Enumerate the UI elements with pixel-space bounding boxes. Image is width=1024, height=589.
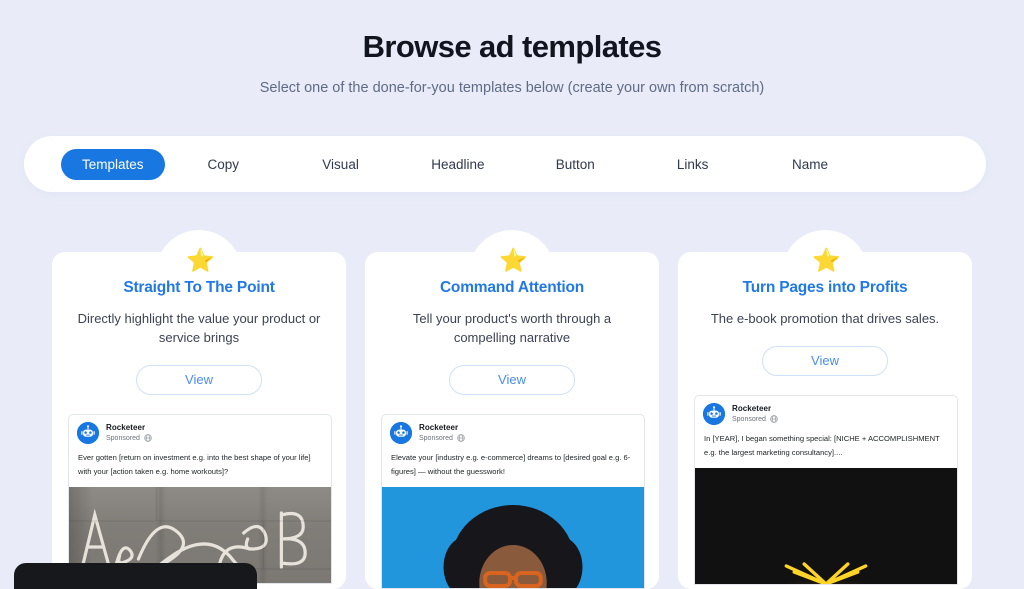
globe-icon [457, 434, 465, 443]
tab-templates[interactable]: Templates [61, 148, 165, 180]
ad-copy-text: Elevate your [industry e.g. e-commerce] … [391, 453, 631, 477]
ad-copy-text: In [YEAR], I began something special: [N… [704, 434, 940, 458]
template-cards-row: ⭐ Straight To The Point Directly highlig… [0, 230, 1024, 589]
robot-avatar-icon [390, 422, 412, 444]
page-header: Browse ad templates Select one of the do… [0, 0, 1024, 98]
ad-image-glowing-book [695, 468, 957, 585]
card-description: Tell your product's worth through a comp… [412, 311, 612, 345]
template-card[interactable]: ⭐ Command Attention Tell your product's … [365, 230, 659, 589]
page-subtitle: Select one of the done-for-you templates… [259, 80, 765, 96]
ad-preview-header: Rocketeer Sponsored [382, 415, 644, 446]
ad-sponsored-label: Sponsored [419, 434, 453, 442]
ad-sponsored-label: Sponsored [106, 434, 140, 442]
card-title: Command Attention [439, 279, 585, 296]
card-description: The e-book promotion that drives sales. [710, 311, 940, 326]
tab-button[interactable]: Button [517, 157, 634, 172]
ad-preview-meta: Rocketeer Sponsored [106, 422, 152, 443]
ad-sponsored-row: Sponsored [419, 434, 465, 443]
template-card[interactable]: ⭐ Straight To The Point Directly highlig… [52, 230, 346, 589]
star-icon: ⭐ [812, 247, 841, 273]
ad-preview[interactable]: Rocketeer Sponsored Ever gotten [return … [68, 414, 332, 585]
tab-copy[interactable]: Copy [165, 157, 282, 172]
ad-copy-text: Ever gotten [return on investment e.g. i… [78, 453, 311, 477]
ad-sponsored-row: Sponsored [732, 415, 778, 424]
star-icon: ⭐ [186, 247, 215, 273]
card-title: Turn Pages into Profits [742, 279, 908, 296]
page-title: Browse ad templates [362, 29, 662, 64]
ad-image-portrait [382, 487, 644, 589]
template-card[interactable]: ⭐ Turn Pages into Profits The e-book pro… [678, 230, 972, 589]
view-button[interactable]: View [136, 365, 262, 395]
tab-visual[interactable]: Visual [282, 157, 399, 172]
template-step-tabbar: Templates Copy Visual Headline Button Li… [24, 136, 986, 192]
card-title: Straight To The Point [123, 279, 275, 296]
tab-name[interactable]: Name [751, 157, 868, 172]
ad-preview-meta: Rocketeer Sponsored [419, 422, 465, 443]
ad-preview[interactable]: Rocketeer Sponsored Elevate your [indust… [381, 414, 645, 589]
ad-brand-name: Rocketeer [419, 422, 459, 432]
template-card-body: Turn Pages into Profits The e-book promo… [678, 252, 972, 589]
ad-brand-name: Rocketeer [106, 422, 146, 432]
ad-preview-header: Rocketeer Sponsored [695, 396, 957, 427]
tab-links[interactable]: Links [634, 157, 751, 172]
robot-avatar-icon [77, 422, 99, 444]
ad-preview[interactable]: Rocketeer Sponsored In [YEAR], I began s… [694, 395, 958, 586]
view-button[interactable]: View [449, 365, 575, 395]
ad-sponsored-label: Sponsored [732, 415, 766, 423]
view-button[interactable]: View [762, 346, 888, 376]
ad-sponsored-row: Sponsored [106, 434, 152, 443]
robot-avatar-icon [703, 403, 725, 425]
star-icon: ⭐ [499, 247, 528, 273]
tab-headline[interactable]: Headline [399, 157, 516, 172]
globe-icon [770, 415, 778, 424]
globe-icon [144, 434, 152, 443]
card-description: Directly highlight the value your produc… [77, 311, 321, 345]
template-card-body: Straight To The Point Directly highlight… [52, 252, 346, 589]
ad-preview-meta: Rocketeer Sponsored [732, 403, 778, 424]
ad-brand-name: Rocketeer [732, 403, 772, 413]
ad-preview-header: Rocketeer Sponsored [69, 415, 331, 446]
bottom-left-widget-bar[interactable] [14, 563, 257, 589]
template-card-body: Command Attention Tell your product's wo… [365, 252, 659, 589]
